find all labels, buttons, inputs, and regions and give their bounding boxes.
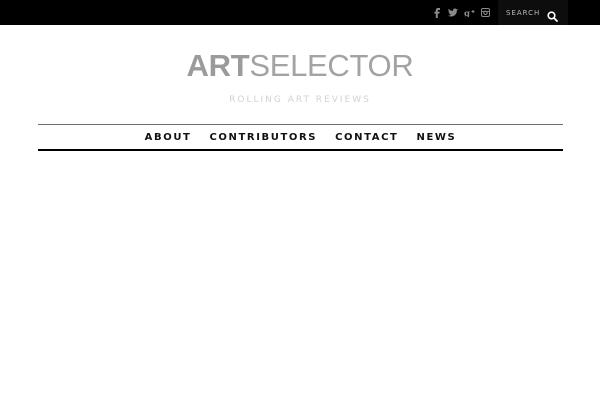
twitter-icon[interactable] (445, 0, 461, 25)
nav-item-contributors[interactable]: CONTRIBUTORS (209, 132, 317, 143)
nav-item-news[interactable]: NEWS (416, 132, 456, 143)
google-plus-icon[interactable]: g (461, 0, 477, 25)
logo-light-text: SELECTOR (249, 48, 414, 83)
search-input[interactable] (506, 8, 546, 17)
nav-item-contact[interactable]: CONTACT (335, 132, 398, 143)
main-nav: ABOUT CONTRIBUTORS CONTACT NEWS (38, 125, 563, 149)
nav-divider-bottom (38, 149, 563, 151)
social-links: g (429, 0, 493, 25)
search-icon[interactable] (547, 7, 558, 22)
site-logo[interactable]: ARTSELECTOR (0, 48, 600, 84)
logo-bold-text: ART (186, 48, 250, 83)
svg-text:g: g (464, 9, 470, 17)
site-tagline: ROLLING ART REVIEWS (229, 95, 371, 105)
facebook-icon[interactable] (429, 0, 445, 25)
top-bar: g (0, 0, 600, 25)
instagram-icon[interactable] (477, 0, 493, 25)
nav-item-about[interactable]: ABOUT (145, 132, 192, 143)
